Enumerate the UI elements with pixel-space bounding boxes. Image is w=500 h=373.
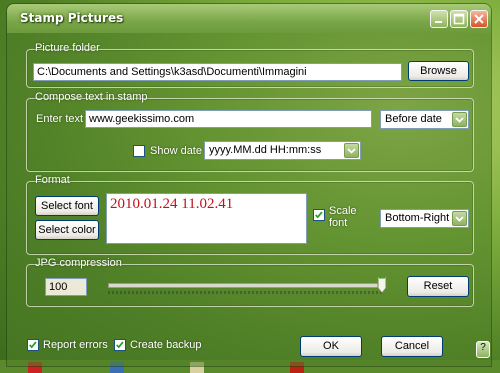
title-bar[interactable]: Stamp Pictures xyxy=(7,4,491,33)
cancel-button[interactable]: Cancel xyxy=(381,336,443,357)
format-legend: Format xyxy=(35,174,70,186)
jpg-slider-ticks xyxy=(108,291,382,294)
scale-font-label: Scale font xyxy=(329,205,357,229)
minimize-icon xyxy=(435,21,442,23)
close-button[interactable] xyxy=(470,10,488,28)
text-position-select[interactable]: Before date xyxy=(380,110,469,129)
stamp-pictures-window: Stamp Pictures Picture folder C:\Documen… xyxy=(7,4,491,366)
select-color-label: Select color xyxy=(38,224,96,236)
create-backup-label: Create backup xyxy=(130,339,202,351)
jpg-slider-track[interactable] xyxy=(108,283,384,288)
jpg-slider-thumb[interactable] xyxy=(377,276,387,294)
slider-thumb-icon xyxy=(377,276,387,294)
picture-folder-legend: Picture folder xyxy=(35,42,100,54)
show-date-label: Show date xyxy=(150,145,202,157)
stamp-preview-box: 2010.01.24 11.02.41 xyxy=(106,193,307,244)
create-backup-checkbox[interactable] xyxy=(114,339,126,351)
maximize-icon xyxy=(453,13,465,25)
minimize-button[interactable] xyxy=(430,10,448,28)
text-position-value: Before date xyxy=(385,113,442,125)
chevron-down-icon[interactable] xyxy=(452,211,467,226)
stamp-preview-text: 2010.01.24 11.02.41 xyxy=(110,196,234,212)
report-errors-checkbox[interactable] xyxy=(27,339,39,351)
select-font-button[interactable]: Select font xyxy=(35,196,99,216)
chevron-down-icon[interactable] xyxy=(344,143,359,158)
reset-button-label: Reset xyxy=(423,280,453,292)
chevron-down-icon[interactable] xyxy=(452,112,467,127)
reset-button[interactable]: Reset xyxy=(407,276,469,297)
enter-text-label: Enter text xyxy=(36,113,84,125)
checkmark-icon xyxy=(29,341,37,349)
help-button[interactable]: ? xyxy=(476,341,490,358)
jpg-compression-legend: JPG compression xyxy=(35,257,122,269)
compose-text-legend: Compose text in stamp xyxy=(35,91,148,103)
stamp-placement-select[interactable]: Bottom-Right xyxy=(380,209,469,228)
show-date-checkbox[interactable] xyxy=(133,145,145,157)
browse-button-label: Browse xyxy=(420,65,457,77)
stamp-placement-value: Bottom-Right xyxy=(385,212,450,224)
ok-button[interactable]: OK xyxy=(300,336,362,357)
scale-font-checkbox[interactable] xyxy=(313,209,325,221)
ok-button-label: OK xyxy=(323,340,339,352)
checkmark-icon xyxy=(315,211,323,219)
browse-button[interactable]: Browse xyxy=(408,61,469,81)
maximize-button[interactable] xyxy=(450,10,468,28)
help-icon: ? xyxy=(480,342,486,353)
report-errors-label: Report errors xyxy=(43,339,108,351)
checkmark-icon xyxy=(116,341,124,349)
date-format-value: yyyy.MM.dd HH:mm:ss xyxy=(209,144,322,156)
window-title: Stamp Pictures xyxy=(20,11,124,25)
select-font-label: Select font xyxy=(41,200,93,212)
close-icon xyxy=(474,14,484,24)
date-format-select[interactable]: yyyy.MM.dd HH:mm:ss xyxy=(204,141,361,160)
stamp-text-input[interactable]: www.geekissimo.com xyxy=(85,110,372,128)
picture-folder-path-field[interactable]: C:\Documents and Settings\k3asd\Document… xyxy=(33,63,402,81)
jpg-quality-value: 100 xyxy=(45,278,87,296)
cancel-button-label: Cancel xyxy=(394,340,430,352)
select-color-button[interactable]: Select color xyxy=(35,220,99,240)
